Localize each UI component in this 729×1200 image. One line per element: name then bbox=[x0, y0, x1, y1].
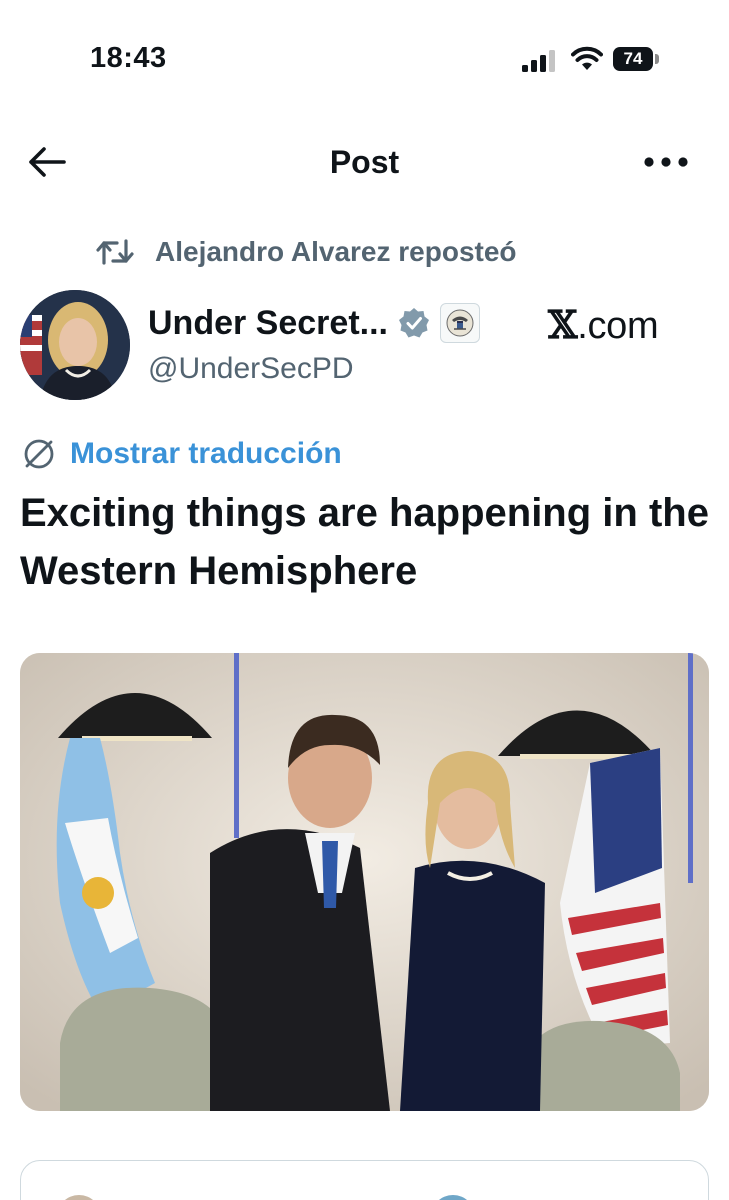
verified-badge-icon bbox=[398, 308, 429, 338]
avatar[interactable] bbox=[431, 1195, 475, 1200]
status-bar: 18:43 74 bbox=[0, 0, 729, 110]
tweet-photo[interactable] bbox=[20, 653, 709, 1111]
avatar-image bbox=[20, 290, 130, 400]
page-title: Post bbox=[329, 144, 400, 180]
repost-label: Alejandro Alvarez reposteó bbox=[155, 236, 517, 267]
status-time: 18:43 bbox=[90, 42, 167, 74]
battery-icon: 74 bbox=[613, 47, 653, 71]
tweet-text: Exciting things are happening in the Wes… bbox=[20, 491, 709, 593]
globe-icon bbox=[24, 439, 54, 469]
show-translation-link[interactable]: Mostrar traducción bbox=[22, 434, 342, 474]
photo-content bbox=[20, 653, 709, 1111]
avatar[interactable] bbox=[57, 1195, 101, 1200]
battery-level: 74 bbox=[623, 49, 643, 68]
more-options-button[interactable] bbox=[640, 146, 692, 178]
author-name-row[interactable]: Under Secret... bbox=[148, 300, 480, 346]
government-seal-icon bbox=[439, 303, 480, 343]
cellular-signal-icon bbox=[522, 50, 555, 72]
repost-icon bbox=[96, 239, 134, 265]
source-domain-text: .com bbox=[577, 305, 659, 347]
author-handle[interactable]: @UnderSecPD bbox=[148, 352, 354, 386]
more-horizontal-icon bbox=[644, 157, 688, 167]
next-post-card[interactable] bbox=[20, 1160, 709, 1200]
show-translation-label: Mostrar traducción bbox=[70, 437, 342, 470]
avatar[interactable] bbox=[20, 290, 130, 400]
post-header: Post bbox=[0, 130, 729, 194]
x-logo-text: 𝕏 bbox=[548, 302, 578, 347]
wifi-icon bbox=[571, 46, 603, 70]
author-name[interactable]: Under Secret... bbox=[148, 304, 388, 343]
source-watermark: 𝕏.com bbox=[548, 302, 659, 348]
battery-nub bbox=[655, 54, 659, 64]
repost-context[interactable]: Alejandro Alvarez reposteó bbox=[95, 232, 517, 272]
